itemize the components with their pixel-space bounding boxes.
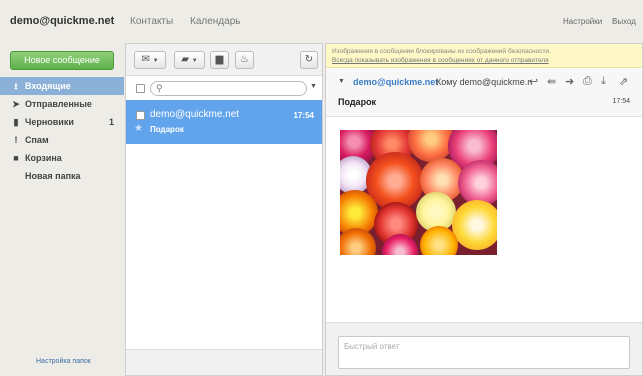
search-box[interactable]: ⚲	[150, 81, 307, 96]
search-icon: ⚲	[156, 83, 163, 93]
show-images-link[interactable]: Всегда показывать изображения в сообщени…	[332, 57, 549, 64]
nav-calendar[interactable]: Календарь	[190, 16, 240, 27]
quick-reply-box[interactable]	[338, 336, 630, 369]
flame-icon: ♨	[240, 54, 249, 65]
folder-move-icon: ▰	[181, 54, 189, 65]
message-time: 17:54	[293, 111, 314, 120]
message-subject: Подарок	[150, 125, 184, 134]
nav-contacts[interactable]: Контакты	[130, 16, 173, 27]
open-external-icon[interactable]: ⇗	[619, 75, 628, 88]
chevron-down-icon: ▼	[191, 58, 198, 64]
chevron-down-icon: ▼	[152, 58, 159, 64]
folder-settings-link[interactable]: Настройка папок	[36, 358, 91, 365]
search-row: ⚲ ▼	[126, 77, 322, 99]
sidebar-item-label: Черновики	[25, 117, 74, 127]
sidebar-item-label: Новая папка	[25, 171, 81, 181]
message-from[interactable]: demo@quickme.net	[353, 77, 438, 87]
spam-icon: !	[14, 135, 18, 145]
compose-button[interactable]: Новое сообщение	[10, 51, 114, 70]
download-icon[interactable]: ⤓	[601, 75, 606, 88]
sidebar-item-new-folder[interactable]: Новая папка	[0, 167, 124, 185]
image-block-warning: Изображения в сообщении блокированы из с…	[326, 44, 642, 68]
quick-reply-input[interactable]	[344, 340, 624, 352]
message-time: 17:54	[612, 98, 630, 105]
sidebar-item-label: Спам	[25, 135, 49, 145]
top-bar: demo@quickme.net Контакты Календарь Наст…	[0, 0, 643, 42]
message-header: ▼ demo@quickme.net Кому demo@quickme.n ↩…	[326, 69, 642, 117]
account-name: demo@quickme.net	[10, 15, 115, 27]
refresh-icon: ↻	[304, 54, 314, 65]
message-checkbox[interactable]	[136, 111, 145, 120]
draft-icon: ▮	[13, 117, 19, 127]
message-subject: Подарок	[338, 97, 377, 107]
select-all-checkbox[interactable]	[136, 84, 145, 93]
list-item[interactable]: demo@quickme.net 17:54 ★ Подарок	[126, 100, 322, 144]
delete-button[interactable]: ▆	[210, 51, 229, 69]
star-icon[interactable]: ★	[134, 123, 143, 134]
trash-icon: ■	[13, 153, 19, 163]
forward-icon[interactable]: ➜	[565, 75, 574, 88]
collapse-icon[interactable]: ▼	[338, 78, 345, 85]
chevron-down-icon[interactable]: ▼	[310, 83, 317, 90]
reply-icon[interactable]: ↩	[529, 75, 538, 88]
print-icon[interactable]: ⎙	[583, 75, 592, 88]
message-to: Кому demo@quickme.n	[436, 77, 533, 87]
sidebar-item-label: Отправленные	[25, 99, 92, 109]
reading-pane: Изображения в сообщении блокированы из с…	[325, 43, 643, 376]
envelope-icon: ✉	[141, 54, 150, 65]
sidebar-item-drafts[interactable]: ▮ Черновики 1	[0, 113, 124, 131]
list-footer	[126, 349, 322, 375]
drafts-count: 1	[108, 117, 114, 127]
sidebar-item-trash[interactable]: ■ Корзина	[0, 149, 124, 167]
sidebar-item-sent[interactable]: ➤ Отправленные	[0, 95, 124, 113]
search-input[interactable]	[168, 83, 303, 94]
sidebar-item-label: Корзина	[25, 153, 62, 163]
move-button[interactable]: ▰ ▼	[174, 51, 205, 69]
refresh-button[interactable]: ↻	[300, 51, 318, 69]
message-sender: demo@quickme.net	[150, 109, 240, 120]
sidebar-item-inbox[interactable]: ⭳ Входящие	[0, 77, 124, 95]
sidebar-item-spam[interactable]: ! Спам	[0, 131, 124, 149]
send-icon: ➤	[12, 99, 20, 109]
reply-all-icon[interactable]: ⇚	[547, 75, 556, 88]
list-toolbar: ✉ ▼ ▰ ▼ ▆ ♨ ↻	[126, 44, 322, 76]
message-list-panel: ✉ ▼ ▰ ▼ ▆ ♨ ↻ ⚲ ▼ demo@quickme.net 17:54…	[125, 43, 323, 376]
roses-image	[340, 130, 497, 255]
spam-button[interactable]: ♨	[235, 51, 254, 69]
mark-button[interactable]: ✉ ▼	[134, 51, 166, 69]
settings-link[interactable]: Настройки	[563, 17, 602, 26]
logout-link[interactable]: Выход	[612, 17, 636, 26]
sidebar-item-label: Входящие	[25, 81, 71, 91]
message-actions: ↩ ⇚ ➜ ⎙ ⤓ ⇗	[529, 75, 635, 89]
trash-icon: ▆	[215, 54, 224, 65]
quick-reply-bar	[326, 322, 642, 375]
inbox-icon: ⭳	[14, 81, 18, 91]
warning-text: Изображения в сообщении блокированы из с…	[332, 48, 551, 55]
